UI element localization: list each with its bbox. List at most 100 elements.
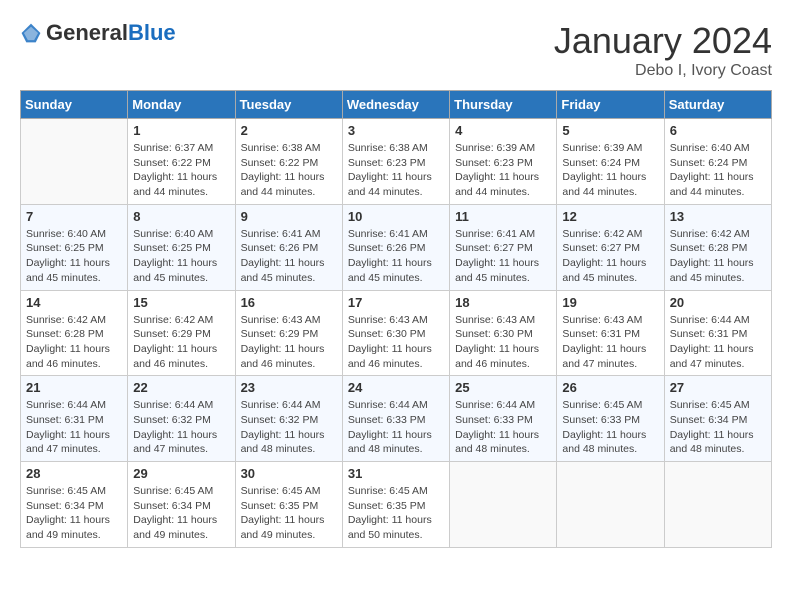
day-info: Sunrise: 6:43 AMSunset: 6:30 PMDaylight:… <box>348 313 444 372</box>
weekday-header-thursday: Thursday <box>450 91 557 119</box>
day-info: Sunrise: 6:44 AMSunset: 6:31 PMDaylight:… <box>670 313 766 372</box>
day-number: 21 <box>26 380 122 395</box>
calendar-cell <box>664 462 771 548</box>
day-info: Sunrise: 6:37 AMSunset: 6:22 PMDaylight:… <box>133 141 229 200</box>
day-number: 30 <box>241 466 337 481</box>
day-info: Sunrise: 6:45 AMSunset: 6:33 PMDaylight:… <box>562 398 658 457</box>
day-info: Sunrise: 6:43 AMSunset: 6:31 PMDaylight:… <box>562 313 658 372</box>
logo-text-general: General <box>46 20 128 45</box>
day-number: 22 <box>133 380 229 395</box>
weekday-header-saturday: Saturday <box>664 91 771 119</box>
calendar-cell: 30 Sunrise: 6:45 AMSunset: 6:35 PMDayligh… <box>235 462 342 548</box>
day-info: Sunrise: 6:44 AMSunset: 6:33 PMDaylight:… <box>348 398 444 457</box>
calendar-cell: 4 Sunrise: 6:39 AMSunset: 6:23 PMDaylight… <box>450 119 557 205</box>
day-number: 23 <box>241 380 337 395</box>
day-number: 7 <box>26 209 122 224</box>
day-info: Sunrise: 6:45 AMSunset: 6:34 PMDaylight:… <box>670 398 766 457</box>
calendar-cell: 19Sunrise: 6:43 AMSunset: 6:31 PMDayligh… <box>557 290 664 376</box>
logo-text-blue: Blue <box>128 20 176 45</box>
day-info: Sunrise: 6:44 AMSunset: 6:32 PMDaylight:… <box>133 398 229 457</box>
day-number: 16 <box>241 295 337 310</box>
calendar-cell: 10 Sunrise: 6:41 AMSunset: 6:26 PMDayligh… <box>342 204 449 290</box>
calendar-cell: 1 Sunrise: 6:37 AMSunset: 6:22 PMDaylight… <box>128 119 235 205</box>
day-info: Sunrise: 6:40 AMSunset: 6:24 PMDaylight:… <box>670 141 766 200</box>
day-info: Sunrise: 6:39 AMSunset: 6:24 PMDaylight:… <box>562 141 658 200</box>
calendar-cell: 26 Sunrise: 6:45 AMSunset: 6:33 PMDayligh… <box>557 376 664 462</box>
weekday-header-sunday: Sunday <box>21 91 128 119</box>
calendar-cell <box>21 119 128 205</box>
day-number: 24 <box>348 380 444 395</box>
calendar-cell <box>450 462 557 548</box>
calendar-cell: 22 Sunrise: 6:44 AMSunset: 6:32 PMDayligh… <box>128 376 235 462</box>
day-info: Sunrise: 6:41 AMSunset: 6:26 PMDaylight:… <box>348 227 444 286</box>
calendar-cell: 12 Sunrise: 6:42 AMSunset: 6:27 PMDayligh… <box>557 204 664 290</box>
day-info: Sunrise: 6:43 AMSunset: 6:30 PMDaylight:… <box>455 313 551 372</box>
day-info: Sunrise: 6:38 AMSunset: 6:22 PMDaylight:… <box>241 141 337 200</box>
calendar-cell: 3 Sunrise: 6:38 AMSunset: 6:23 PMDaylight… <box>342 119 449 205</box>
day-info: Sunrise: 6:45 AMSunset: 6:34 PMDaylight:… <box>133 484 229 543</box>
day-number: 31 <box>348 466 444 481</box>
day-number: 29 <box>133 466 229 481</box>
day-info: Sunrise: 6:43 AMSunset: 6:29 PMDaylight:… <box>241 313 337 372</box>
day-number: 9 <box>241 209 337 224</box>
calendar-cell: 20 Sunrise: 6:44 AMSunset: 6:31 PMDayligh… <box>664 290 771 376</box>
day-number: 12 <box>562 209 658 224</box>
day-number: 26 <box>562 380 658 395</box>
day-number: 14 <box>26 295 122 310</box>
calendar-cell: 25 Sunrise: 6:44 AMSunset: 6:33 PMDayligh… <box>450 376 557 462</box>
calendar-cell: 27 Sunrise: 6:45 AMSunset: 6:34 PMDayligh… <box>664 376 771 462</box>
calendar-week-row: 28 Sunrise: 6:45 AMSunset: 6:34 PMDayligh… <box>21 462 772 548</box>
calendar-week-row: 14Sunrise: 6:42 AMSunset: 6:28 PMDayligh… <box>21 290 772 376</box>
day-number: 8 <box>133 209 229 224</box>
day-info: Sunrise: 6:40 AMSunset: 6:25 PMDaylight:… <box>133 227 229 286</box>
day-number: 2 <box>241 123 337 138</box>
weekday-header-row: SundayMondayTuesdayWednesdayThursdayFrid… <box>21 91 772 119</box>
day-number: 17 <box>348 295 444 310</box>
day-info: Sunrise: 6:44 AMSunset: 6:31 PMDaylight:… <box>26 398 122 457</box>
calendar-cell: 9 Sunrise: 6:41 AMSunset: 6:26 PMDaylight… <box>235 204 342 290</box>
page-header: GeneralBlue January 2024 Debo I, Ivory C… <box>20 20 772 80</box>
weekday-header-friday: Friday <box>557 91 664 119</box>
day-number: 25 <box>455 380 551 395</box>
calendar-cell: 14Sunrise: 6:42 AMSunset: 6:28 PMDayligh… <box>21 290 128 376</box>
day-info: Sunrise: 6:44 AMSunset: 6:33 PMDaylight:… <box>455 398 551 457</box>
weekday-header-wednesday: Wednesday <box>342 91 449 119</box>
day-number: 4 <box>455 123 551 138</box>
day-info: Sunrise: 6:39 AMSunset: 6:23 PMDaylight:… <box>455 141 551 200</box>
day-number: 15 <box>133 295 229 310</box>
day-info: Sunrise: 6:45 AMSunset: 6:35 PMDaylight:… <box>348 484 444 543</box>
day-number: 5 <box>562 123 658 138</box>
day-info: Sunrise: 6:44 AMSunset: 6:32 PMDaylight:… <box>241 398 337 457</box>
day-number: 3 <box>348 123 444 138</box>
calendar-table: SundayMondayTuesdayWednesdayThursdayFrid… <box>20 90 772 548</box>
day-number: 11 <box>455 209 551 224</box>
location-title: Debo I, Ivory Coast <box>554 62 772 80</box>
day-number: 28 <box>26 466 122 481</box>
title-block: January 2024 Debo I, Ivory Coast <box>554 20 772 80</box>
month-title: January 2024 <box>554 20 772 62</box>
day-info: Sunrise: 6:38 AMSunset: 6:23 PMDaylight:… <box>348 141 444 200</box>
calendar-cell: 18Sunrise: 6:43 AMSunset: 6:30 PMDayligh… <box>450 290 557 376</box>
day-info: Sunrise: 6:45 AMSunset: 6:34 PMDaylight:… <box>26 484 122 543</box>
logo-icon <box>20 22 42 44</box>
day-number: 6 <box>670 123 766 138</box>
day-number: 27 <box>670 380 766 395</box>
day-info: Sunrise: 6:41 AMSunset: 6:27 PMDaylight:… <box>455 227 551 286</box>
calendar-cell: 2 Sunrise: 6:38 AMSunset: 6:22 PMDaylight… <box>235 119 342 205</box>
calendar-cell: 28 Sunrise: 6:45 AMSunset: 6:34 PMDayligh… <box>21 462 128 548</box>
day-number: 13 <box>670 209 766 224</box>
day-info: Sunrise: 6:45 AMSunset: 6:35 PMDaylight:… <box>241 484 337 543</box>
calendar-cell: 8 Sunrise: 6:40 AMSunset: 6:25 PMDaylight… <box>128 204 235 290</box>
calendar-week-row: 1 Sunrise: 6:37 AMSunset: 6:22 PMDaylight… <box>21 119 772 205</box>
day-info: Sunrise: 6:42 AMSunset: 6:27 PMDaylight:… <box>562 227 658 286</box>
weekday-header-monday: Monday <box>128 91 235 119</box>
day-number: 20 <box>670 295 766 310</box>
day-info: Sunrise: 6:42 AMSunset: 6:29 PMDaylight:… <box>133 313 229 372</box>
day-number: 1 <box>133 123 229 138</box>
calendar-cell: 17 Sunrise: 6:43 AMSunset: 6:30 PMDayligh… <box>342 290 449 376</box>
logo: GeneralBlue <box>20 20 176 46</box>
day-info: Sunrise: 6:41 AMSunset: 6:26 PMDaylight:… <box>241 227 337 286</box>
day-number: 10 <box>348 209 444 224</box>
day-info: Sunrise: 6:42 AMSunset: 6:28 PMDaylight:… <box>670 227 766 286</box>
calendar-cell: 5 Sunrise: 6:39 AMSunset: 6:24 PMDaylight… <box>557 119 664 205</box>
